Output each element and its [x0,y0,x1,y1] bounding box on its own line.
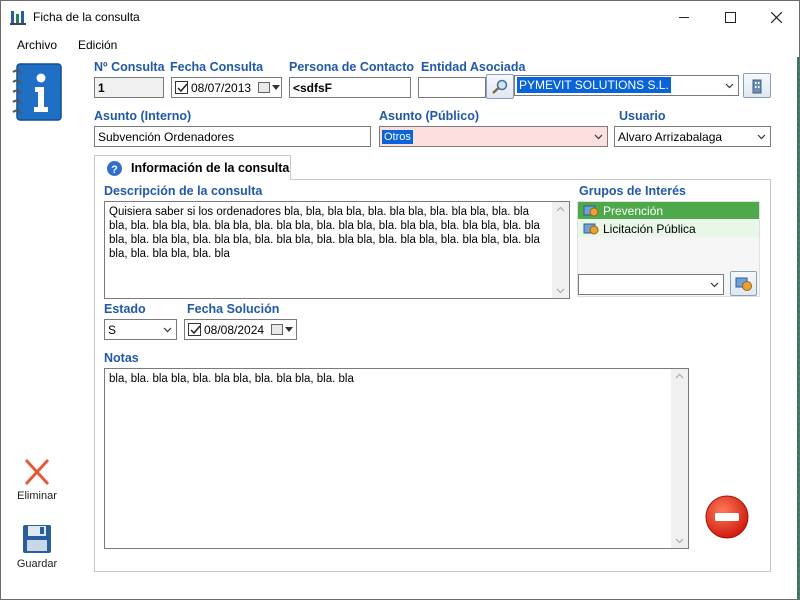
fecha-consulta-checkbox[interactable] [175,81,188,94]
grupo-item-prevencion[interactable]: Prevención [578,202,759,219]
remove-circle-icon [705,495,749,539]
num-consulta-label: Nº Consulta [94,60,165,74]
guardar-label: Guardar [16,558,58,570]
notas-text: bla, bla. bla bla, bla. bla bla, bla. bl… [109,373,354,385]
asunto-interno-field[interactable]: Subvención Ordenadores [94,126,371,147]
group-icon [583,223,599,235]
help-icon: ? [107,161,122,176]
entidad-code-field[interactable] [418,77,486,98]
eliminar-button[interactable]: Eliminar [1,457,73,502]
estado-value: S [108,323,117,337]
fecha-solucion-checkbox[interactable] [188,323,201,336]
scroll-up-icon [556,206,565,212]
sidebar: Eliminar Guardar [1,57,73,599]
descripcion-text: Quisiera saber si los ordenadores bla, b… [109,206,540,260]
scroll-down-icon [556,288,565,294]
fecha-consulta-value: 08/07/2013 [191,81,252,95]
tab-label: Información de la consulta [131,161,290,175]
usuario-value: Alvaro Arrizabalaga [618,130,723,144]
grupo-item-licitacion[interactable]: Licitación Pública [578,220,759,237]
entidad-asociada-value: PYMEVIT SOLUTIONS S.L. [517,77,671,93]
add-group-icon [735,277,752,291]
fecha-consulta-label: Fecha Consulta [170,60,264,74]
grupo-item-label: Prevención [603,204,664,218]
persona-contacto-label: Persona de Contacto [289,60,415,74]
notas-textarea[interactable]: bla, bla. bla bla, bla. bla bla, bla. bl… [104,368,689,549]
minimize-icon [678,16,689,18]
persona-contacto-field[interactable]: <sdfsF [289,77,411,98]
estado-combo[interactable]: S [104,319,177,340]
chevron-down-icon [285,327,293,332]
entidad-search-button[interactable] [486,74,514,99]
chevron-down-icon [163,327,172,333]
fecha-solucion-label: Fecha Solución [187,302,280,316]
main-form: Nº Consulta Fecha Consulta Persona de Co… [73,57,797,599]
svg-text:?: ? [111,164,118,176]
app-window: Ficha de la consulta Archivo Edición Eli… [0,0,800,600]
add-grupo-button[interactable] [730,271,757,296]
check-icon [177,83,188,93]
chevron-down-icon [272,85,280,90]
entidad-asociada-label: Entidad Asociada [421,60,526,74]
fecha-consulta-picker[interactable]: 08/07/2013 [171,77,282,98]
close-button[interactable] [753,1,799,33]
grupo-item-label: Licitación Pública [603,222,696,236]
notas-scrollbar[interactable] [671,369,688,548]
guardar-button[interactable]: Guardar [1,523,73,570]
menu-archivo[interactable]: Archivo [17,38,57,52]
chevron-down-icon [594,134,603,140]
menu-bar: Archivo Edición [1,33,799,57]
calendar-icon [258,82,270,93]
sidebar-actions: Eliminar Guardar [1,145,73,599]
descripcion-textarea[interactable]: Quisiera saber si los ordenadores bla, b… [104,201,570,299]
title-bar: Ficha de la consulta [1,1,799,33]
usuario-combo[interactable]: Alvaro Arrizabalaga [614,126,771,147]
group-icon [583,205,599,217]
descripcion-scrollbar[interactable] [552,202,569,298]
asunto-interno-label: Asunto (Interno) [94,109,192,123]
minimize-button[interactable] [661,1,707,33]
maximize-icon [724,11,736,23]
remove-button[interactable] [705,495,749,539]
scroll-up-icon [675,373,684,379]
search-icon [492,79,508,94]
asunto-publico-value: Otros [382,130,413,144]
asunto-publico-combo[interactable]: Otros [379,126,608,147]
chevron-down-icon [757,134,766,140]
calendar-icon [271,324,283,335]
estado-label: Estado [104,302,146,316]
asunto-publico-label: Asunto (Público) [379,109,479,123]
content-area: Eliminar Guardar Nº Consulta Fecha Consu… [1,57,799,599]
tab-informacion[interactable]: ? Información de la consulta [94,155,291,180]
usuario-label: Usuario [619,109,666,123]
building-icon [752,79,762,93]
delete-x-icon [24,458,50,486]
scroll-down-icon [675,538,684,544]
entidad-details-button[interactable] [743,73,771,98]
grupos-combo[interactable] [578,274,724,295]
grupos-label: Grupos de Interés [579,184,686,198]
notas-label: Notas [104,351,139,365]
window-title: Ficha de la consulta [33,10,140,24]
fecha-solucion-value: 08/08/2024 [204,323,265,337]
descripcion-label: Descripción de la consulta [104,184,263,198]
fecha-solucion-picker[interactable]: 08/08/2024 [184,319,297,340]
eliminar-label: Eliminar [17,490,57,502]
chevron-down-icon [710,282,719,288]
save-disk-icon [23,525,51,553]
check-icon [190,325,201,335]
close-icon [770,11,782,23]
menu-edicion[interactable]: Edición [78,38,117,52]
info-notebook-icon [12,63,62,121]
maximize-button[interactable] [707,1,753,33]
app-icon [10,11,26,25]
chevron-down-icon [725,83,734,89]
num-consulta-field[interactable]: 1 [94,77,164,98]
entidad-asociada-combo[interactable]: PYMEVIT SOLUTIONS S.L. [514,75,739,96]
